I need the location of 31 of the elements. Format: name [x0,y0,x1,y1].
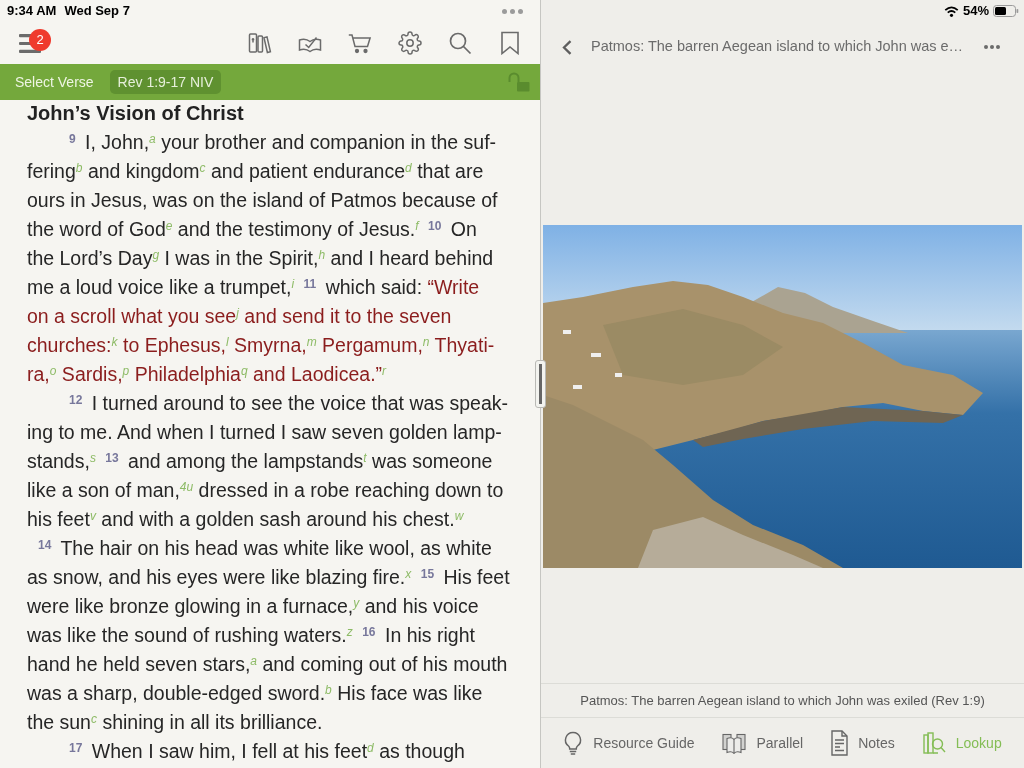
image-caption: Patmos: The barren Aegean island to which John was exiled (Rev 1:9) [580,691,985,710]
books-icon[interactable] [248,31,272,55]
back-icon[interactable] [562,39,572,55]
tab[interactable]: Resource Guide [563,730,695,756]
panel-title: Patmos: The barren Aegean island to which John was e… [591,37,964,57]
dots-icon[interactable] [502,8,523,14]
scripture-paragraph: $^{14}$ The hair on his head was white like wool, as white as snow, and his eyes were like blazing fire.$^{x}$ $^{15}$ His feet were like bronze glowing in a furnace,$^{y}$ and his voice was like the sound of rushing waters.$^{z}$ $^{16}$ In his right hand he held seven stars,$^{a}$ and coming out of his mouth was a sharp, double-edged sword.$^{b}$ His face was like the sun$^{c}$ shining in all its brilliance. [27,536,511,735]
wifi-icon [943,5,959,17]
status-time: 9:34 AM [7,2,57,21]
search-icon[interactable] [448,31,472,55]
settings-icon[interactable] [398,31,422,55]
lightbulb-icon [563,730,584,756]
books-magnifier-icon [922,731,946,755]
section-heading: John’s Vision of Christ [27,101,245,126]
document-icon [831,730,849,756]
open-books-icon [722,732,747,754]
scripture-paragraph: $^{9}$ I, John,$^{a}$ your brother and companion in the suf- fering$^{b}$ and kingdom$^{c}$ and patient endurance$^{d}$ that are ours in Jesus, was on the island of Patmos because of the word of God$^{e}$ and the testimony of Jesus.$^{f}$ $^{10}$ On the Lord’s Day$^{g}$ I was in the Spirit,$^{h}$ and I heard behind me a loud voice like a trumpet,$^{i}$ $^{11}$ which said: “Write on a scroll what you see$^{j}$ and send it to the seven churches:$^{k}$ to Ephesus,$^{l}$ Smyrna,$^{m}$ Pergamum,$^{n}$ Thyati- ra,$^{o}$ Sardis,$^{p}$ Philadelphia$^{q}$ and Laodicea.”$^{r}$ [27,130,499,387]
scripture-paragraph: $^{12}$ I turned around to see the voice that was speak- ing to me. And when I turned I saw seven golden lamp- stands,$^{s}$ $^{13}$ and among the lampstands$^{t}$ was someone like a son of man,$^{4u}$ dressed in a robe reaching down to his feet$^{v}$ and with a golden sash around his chest.$^{w}$ [27,391,510,532]
bookmark-icon[interactable] [498,31,522,55]
reference-button[interactable]: Rev 1:9-17 NIV [109,70,222,94]
battery-percent: 54% [962,2,989,21]
status-date: Wed Sep 7 [64,2,130,21]
more-icon[interactable] [984,45,1000,49]
battery-icon [993,5,1019,17]
scripture-paragraph: $^{17}$ When I saw him, I fell at his feet$^{d}$ as though [68,739,466,764]
cart-icon[interactable] [348,31,372,55]
notification-badge: 2 [29,28,51,51]
split-handle[interactable] [535,360,546,408]
tab[interactable]: Parallel [722,732,804,754]
tab[interactable]: Notes [831,730,895,756]
select-verse-button[interactable]: Select Verse [15,71,94,93]
